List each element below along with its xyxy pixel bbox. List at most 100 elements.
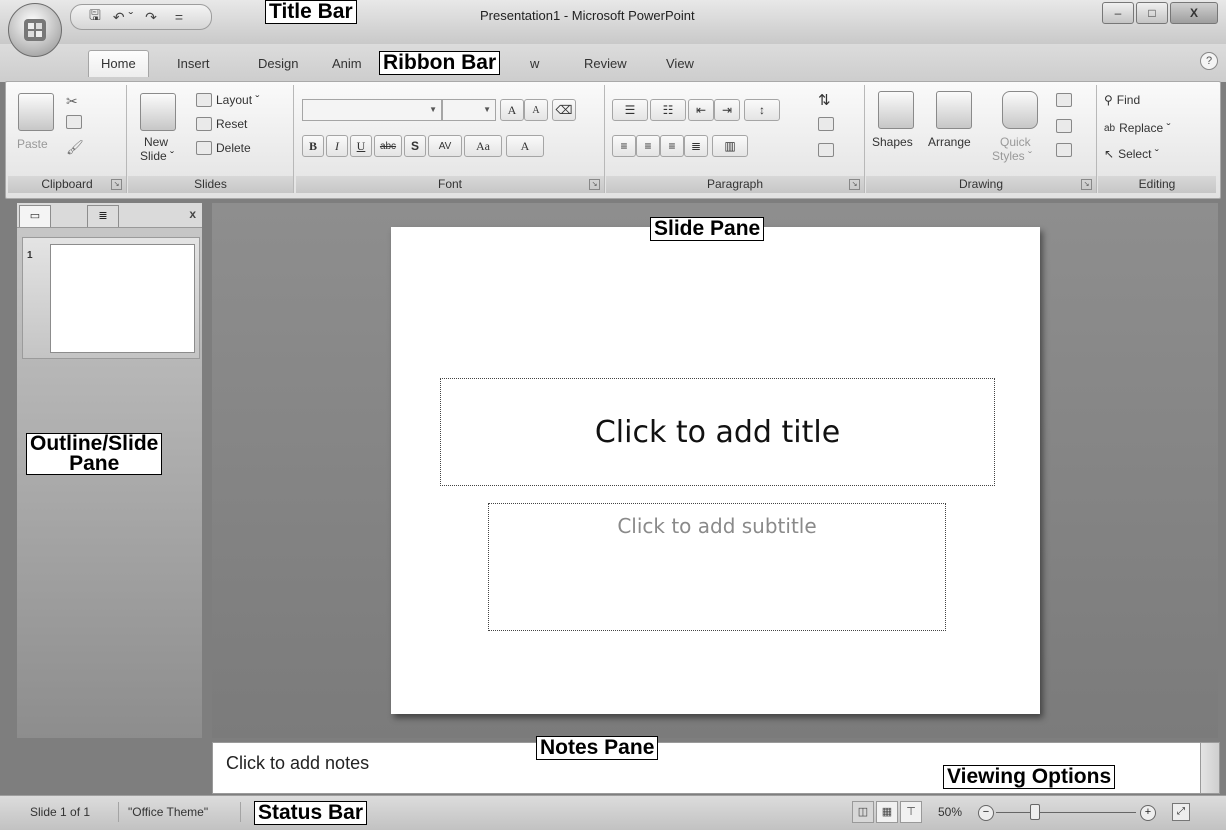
justify-button[interactable]: ≣ (684, 135, 708, 157)
minimize-button[interactable]: – (1102, 2, 1134, 24)
columns-button[interactable]: ▥ (712, 135, 748, 157)
grow-font-button[interactable]: A (500, 99, 524, 121)
save-icon[interactable]: 🖫 (84, 7, 106, 27)
fit-to-window-icon[interactable]: ⤢ (1172, 803, 1190, 821)
align-left-icon: ≡ (620, 139, 628, 153)
line-spacing-button[interactable]: ↕ (744, 99, 780, 121)
change-case-button[interactable]: Aa (464, 135, 502, 157)
italic-button[interactable]: I (326, 135, 348, 157)
cut-icon[interactable]: ✂ (66, 93, 78, 110)
align-text-icon[interactable] (818, 117, 834, 131)
align-right-icon: ≡ (668, 139, 676, 153)
callout-status-bar: Status Bar (254, 801, 368, 825)
delete-icon (196, 141, 212, 155)
paste-button-label[interactable]: Paste (17, 137, 48, 151)
title-placeholder[interactable]: Click to add title (440, 378, 995, 486)
font-launcher-icon[interactable]: ↘ (589, 179, 600, 190)
normal-view-button[interactable]: ◫ (852, 801, 874, 823)
clear-formatting-button[interactable]: ⌫ (552, 99, 576, 121)
layout-button[interactable]: Layout ˇ (196, 93, 259, 107)
shape-effects-icon[interactable] (1056, 143, 1072, 157)
close-pane-button[interactable]: x (189, 207, 196, 221)
shape-fill-icon[interactable] (1056, 93, 1072, 107)
zoom-out-icon[interactable]: − (978, 805, 994, 821)
arrange-icon[interactable] (936, 91, 972, 129)
increase-indent-button[interactable]: ⇥ (714, 99, 740, 121)
slides-tab[interactable]: ▭ (19, 205, 51, 227)
strikethrough-button[interactable]: abc (374, 135, 402, 157)
arrange-label[interactable]: Arrange (928, 135, 971, 149)
tab-animations[interactable]: Anim (332, 56, 362, 71)
zoom-slider-thumb[interactable] (1030, 804, 1040, 820)
shape-outline-icon[interactable] (1056, 119, 1072, 133)
bold-button[interactable]: B (302, 135, 324, 157)
decrease-indent-button[interactable]: ⇤ (688, 99, 714, 121)
numbering-button[interactable]: ☷ (650, 99, 686, 121)
center-button[interactable]: ≡ (636, 135, 660, 157)
delete-button[interactable]: Delete (196, 141, 251, 155)
replace-icon: ab (1104, 122, 1116, 134)
paste-icon[interactable] (18, 93, 54, 131)
bullets-button[interactable]: ☰ (612, 99, 648, 121)
tab-view[interactable]: View (666, 56, 694, 71)
format-painter-icon[interactable]: 🖌 (66, 139, 84, 156)
tab-review[interactable]: Review (584, 56, 627, 71)
copy-icon[interactable] (66, 115, 82, 129)
zoom-in-icon[interactable]: + (1140, 805, 1156, 821)
paragraph-group-label: Paragraph (606, 176, 864, 193)
reset-button[interactable]: Reset (196, 117, 247, 131)
font-color-button[interactable]: A (506, 135, 544, 157)
font-size-combo[interactable]: ▼ (442, 99, 496, 121)
zoom-slider-track[interactable] (996, 812, 1136, 813)
shapes-icon[interactable] (878, 91, 914, 129)
justify-icon: ≣ (690, 139, 702, 153)
shapes-label[interactable]: Shapes (872, 135, 913, 149)
clipboard-group-label: Clipboard (8, 176, 126, 193)
tab-design[interactable]: Design (258, 56, 298, 71)
quick-styles-label-1[interactable]: Quick (1000, 135, 1031, 149)
slide-sorter-button[interactable]: ▦ (876, 801, 898, 823)
select-button[interactable]: ↖ Select ˇ (1104, 147, 1159, 161)
quick-styles-label-2[interactable]: Styles ˇ (992, 149, 1032, 163)
slide-counter: Slide 1 of 1 (30, 805, 91, 819)
bullets-icon: ☰ (624, 103, 636, 117)
clipboard-launcher-icon[interactable]: ↘ (111, 179, 122, 190)
outline-tab[interactable]: ≣ (87, 205, 119, 227)
drawing-launcher-icon[interactable]: ↘ (1081, 179, 1092, 190)
find-button[interactable]: ⚲ Find (1104, 93, 1140, 107)
align-right-button[interactable]: ≡ (660, 135, 684, 157)
text-direction-icon[interactable]: ⇅ (818, 91, 831, 109)
shrink-font-button[interactable]: A (524, 99, 548, 121)
slide-thumbnail[interactable] (50, 244, 195, 353)
slides-group: New Slide ˇ Layout ˇ Reset Delete Slides (128, 85, 294, 193)
notes-placeholder[interactable]: Click to add notes (226, 753, 369, 774)
office-button[interactable] (8, 3, 62, 57)
tab-home[interactable]: Home (88, 50, 149, 77)
notes-scrollbar[interactable] (1200, 742, 1220, 794)
shadow-button[interactable]: S (404, 135, 426, 157)
align-left-button[interactable]: ≡ (612, 135, 636, 157)
redo-icon[interactable]: ↷ (140, 7, 162, 27)
paragraph-launcher-icon[interactable]: ↘ (849, 179, 860, 190)
quick-access-buttons: 🖫 ↶ ˇ ↷ = (84, 6, 190, 28)
customize-qat-icon[interactable]: = (168, 7, 190, 27)
subtitle-placeholder[interactable]: Click to add subtitle (488, 503, 946, 631)
slide-show-button[interactable]: ⊤ (900, 801, 922, 823)
maximize-button[interactable]: □ (1136, 2, 1168, 24)
quick-styles-icon[interactable] (1002, 91, 1038, 129)
new-slide-icon[interactable] (140, 93, 176, 131)
close-button[interactable]: X (1170, 2, 1218, 24)
font-name-combo[interactable]: ▼ (302, 99, 442, 121)
tab-slide-show[interactable]: w (530, 56, 539, 71)
smartart-icon[interactable] (818, 143, 834, 157)
help-icon[interactable]: ? (1200, 52, 1218, 70)
new-slide-label-1[interactable]: New (144, 135, 168, 149)
callout-outline-slide-pane: Outline/Slide Pane (26, 433, 163, 475)
tab-insert[interactable]: Insert (177, 56, 210, 71)
underline-button[interactable]: U (350, 135, 372, 157)
replace-button[interactable]: ab Replace ˇ (1104, 121, 1170, 135)
zoom-level[interactable]: 50% (938, 805, 962, 819)
character-spacing-button[interactable]: AV (428, 135, 462, 157)
undo-icon[interactable]: ↶ ˇ (112, 7, 134, 27)
new-slide-label-2[interactable]: Slide ˇ (140, 149, 174, 163)
